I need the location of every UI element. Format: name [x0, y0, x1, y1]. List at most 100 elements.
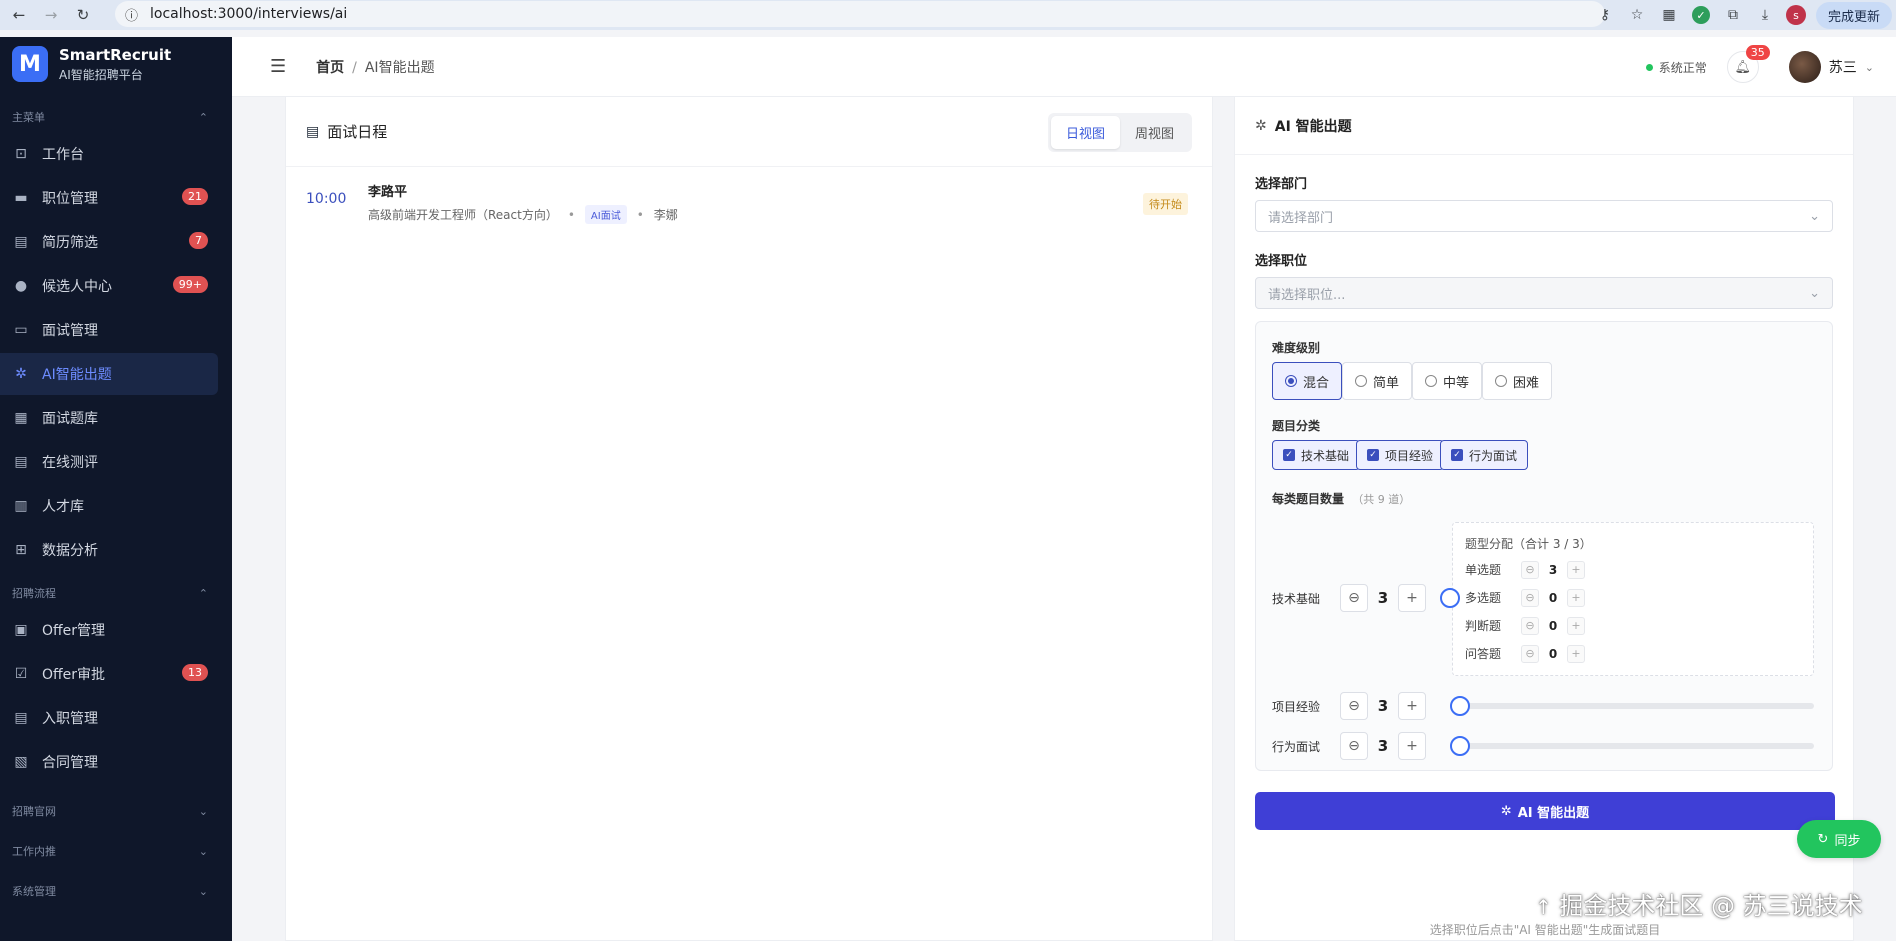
sidebar-item-label: 数据分析 [42, 543, 98, 559]
credit-watermark: ↑ 掘金技术社区 @ 苏三说技术 [1535, 886, 1863, 921]
increment-button[interactable]: + [1398, 692, 1426, 720]
breadcrumb-home[interactable]: 首页 [316, 60, 344, 76]
profile-avatar[interactable]: s [1785, 5, 1806, 25]
update-button[interactable]: 完成更新 [1815, 1, 1892, 29]
sidebar-item[interactable]: ▣ Offer管理 [0, 609, 218, 651]
group-system[interactable]: 系统管理 ⌄ [0, 879, 232, 903]
user-name[interactable]: 苏三 [1829, 57, 1857, 77]
difficulty-radio[interactable]: 困难 [1482, 362, 1553, 400]
sidebar-item-label: 候选人中心 [42, 279, 112, 295]
radio-dot [1495, 375, 1507, 387]
sidebar-item[interactable]: ✲ AI智能出题 [0, 353, 218, 395]
address-bar[interactable]: ⓘ localhost:3000/interviews/ai [115, 1, 1605, 27]
increment-button[interactable]: + [1398, 584, 1426, 612]
reload-icon[interactable]: ↻ [70, 2, 96, 28]
sync-button[interactable]: ↻ 同步 [1797, 820, 1881, 858]
generate-button[interactable]: ✲ AI 智能出题 [1255, 792, 1835, 830]
category-checkbox[interactable]: ✓ 项目经验 [1356, 440, 1445, 470]
sidebar-item[interactable]: ⊡ 工作台 [0, 133, 218, 175]
count-slider[interactable] [1450, 736, 1814, 756]
week-view-button[interactable]: 周视图 [1120, 116, 1189, 149]
count-label-text: 每类题目数量 [1272, 492, 1345, 506]
decrement-button[interactable]: ⊖ [1521, 560, 1539, 579]
candidate-name: 李路平 [368, 185, 408, 200]
sidebar-item[interactable]: ▤ 在线测评 [0, 441, 218, 483]
difficulty-radio[interactable]: 简单 [1342, 362, 1413, 400]
position-placeholder: 请选择职位... [1268, 287, 1346, 303]
category-checkbox[interactable]: ✓ 行为面试 [1440, 440, 1529, 470]
avatar[interactable] [1788, 51, 1821, 83]
notification-button[interactable]: 🔔︎ 35 [1726, 45, 1770, 83]
sidebar-item[interactable]: ● 候选人中心 99+ [0, 265, 218, 307]
sidebar-item[interactable]: ⊞ 数据分析 [0, 529, 218, 571]
type-distribution: 题型分配（合计 3 / 3） 单选题 ⊖ 3 + 多选题 ⊖ 0 + 判断题 ⊖ 0 + 问答题 ⊖ 0 + [1452, 522, 1814, 676]
day-view-button[interactable]: 日视图 [1050, 116, 1120, 149]
radio-label: 混合 [1303, 375, 1330, 391]
checkbox-label: 行为面试 [1469, 448, 1518, 463]
department-select[interactable]: 请选择部门 ⌄ [1255, 200, 1833, 232]
system-status: 系统正常 [1645, 59, 1707, 76]
category-checkbox[interactable]: ✓ 技术基础 [1272, 440, 1361, 470]
bookmark-star-icon[interactable]: ☆ [1626, 4, 1648, 26]
menu-toggle-icon[interactable]: ☰ [270, 56, 286, 77]
group-system-label: 系统管理 [12, 885, 56, 898]
increment-button[interactable]: + [1567, 560, 1585, 579]
radio-dot [1355, 375, 1367, 387]
decrement-button[interactable]: ⊖ [1521, 588, 1539, 607]
chevron-down-icon[interactable]: ⌄ [1865, 61, 1874, 74]
sidebar-item[interactable]: ▧ 合同管理 [0, 741, 218, 783]
slider-handle[interactable] [1440, 588, 1460, 608]
panel-title: AI 智能出题 [1274, 118, 1352, 135]
count-slider[interactable] [1450, 696, 1814, 716]
decrement-button[interactable]: ⊖ [1340, 584, 1368, 612]
increment-button[interactable]: + [1398, 732, 1426, 760]
group-referral[interactable]: 工作内推 ⌄ [0, 839, 232, 863]
difficulty-radio[interactable]: 中等 [1412, 362, 1483, 400]
extension-icon[interactable]: ▦ [1658, 4, 1680, 26]
increment-button[interactable]: + [1567, 588, 1585, 607]
sidebar-item[interactable]: ▤ 入职管理 [0, 697, 218, 739]
site-info-icon[interactable]: ⓘ [125, 5, 138, 24]
group-flow-label: 招聘流程 [12, 587, 56, 600]
group-flow[interactable]: 招聘流程 ⌃ [0, 581, 232, 605]
back-icon[interactable]: ← [6, 2, 32, 28]
sidebar-item[interactable]: ▭ 面试管理 [0, 309, 218, 351]
extensions-puzzle-icon[interactable]: ⧉ [1722, 4, 1744, 26]
ai-question-panel: ✲ AI 智能出题 选择部门 请选择部门 ⌄ 选择职位 请选择职位... ⌄ 难… [1234, 97, 1854, 941]
brand[interactable]: M SmartRecruit AI智能招聘平台 [0, 37, 232, 91]
increment-button[interactable]: + [1567, 644, 1585, 663]
checkbox-label: 技术基础 [1301, 448, 1350, 463]
download-icon[interactable]: ⤓ [1754, 4, 1776, 26]
decrement-button[interactable]: ⊖ [1521, 616, 1539, 635]
position-select[interactable]: 请选择职位... ⌄ [1255, 277, 1833, 309]
sidebar-item[interactable]: ☑ Offer审批 13 [0, 653, 218, 695]
distribution-row: 多选题 ⊖ 0 + [1465, 587, 1813, 608]
breadcrumb-separator: / [352, 59, 357, 76]
sidebar-item[interactable]: ▥ 人才库 [0, 485, 218, 527]
slider-handle[interactable] [1450, 736, 1470, 756]
schedule-time: 10:00 [306, 191, 347, 207]
decrement-button[interactable]: ⊖ [1340, 692, 1368, 720]
sidebar-item[interactable]: ▬ 职位管理 21 [0, 177, 218, 219]
schedule-title: 面试日程 [327, 123, 388, 141]
generate-label: AI 智能出题 [1517, 805, 1590, 821]
sidebar-item-label: AI智能出题 [42, 367, 112, 383]
password-key-icon[interactable]: ⚷ [1594, 4, 1616, 26]
count-value: 3 [1377, 737, 1389, 755]
group-site[interactable]: 招聘官网 ⌄ [0, 799, 232, 823]
sidebar-item[interactable]: ▤ 简历筛选 7 [0, 221, 218, 263]
calendar-icon: ▤ [306, 123, 320, 140]
forward-icon[interactable]: → [38, 2, 64, 28]
extension-check-icon[interactable]: ✓ [1690, 4, 1712, 26]
slider-handle[interactable] [1450, 696, 1470, 716]
decrement-button[interactable]: ⊖ [1521, 644, 1539, 663]
schedule-item[interactable]: 10:00 李路平 高级前端开发工程师（React方向） • AI面试 • 李娜… [286, 167, 1212, 238]
sidebar-item[interactable]: ▦ 面试题库 [0, 397, 218, 439]
difficulty-radio[interactable]: 混合 [1272, 362, 1343, 400]
position-name: 高级前端开发工程师（React方向） [368, 208, 558, 222]
breadcrumb-current: AI智能出题 [364, 59, 435, 76]
decrement-button[interactable]: ⊖ [1340, 732, 1368, 760]
increment-button[interactable]: + [1567, 616, 1585, 635]
group-main[interactable]: 主菜单 ⌃ [0, 105, 232, 129]
video-icon: ▭ [14, 322, 28, 338]
